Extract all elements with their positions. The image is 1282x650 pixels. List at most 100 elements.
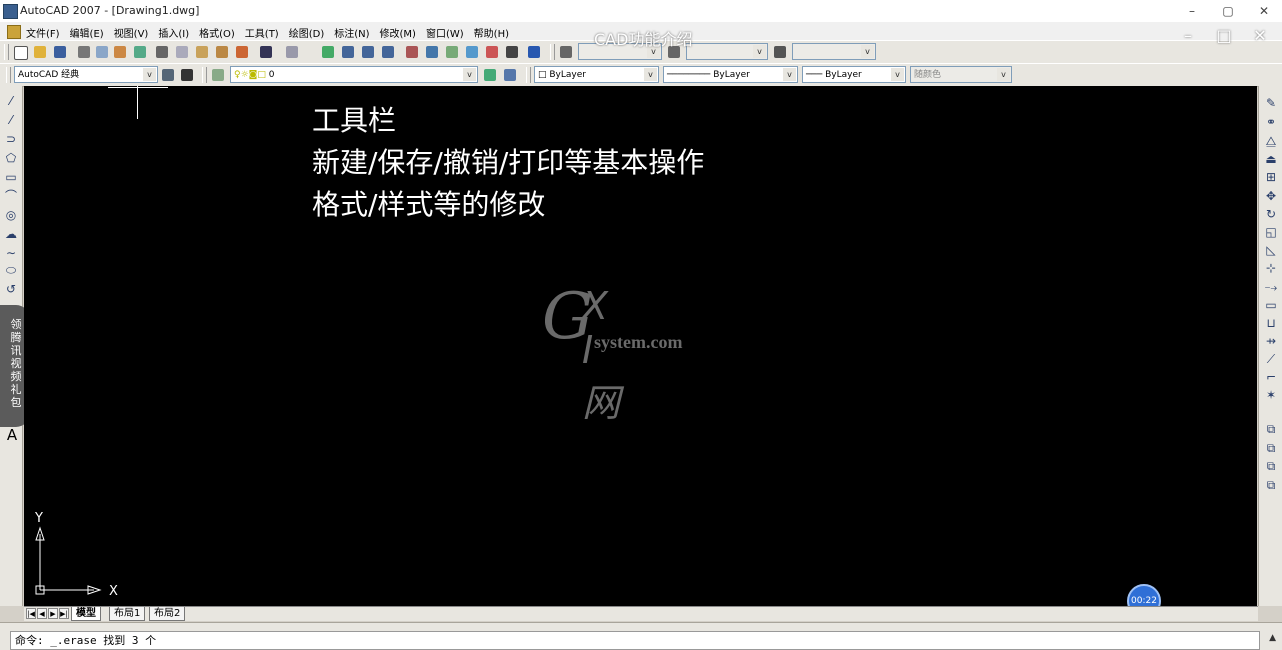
table-style-combo[interactable]: v	[792, 43, 876, 60]
overlay-close-button[interactable]: ✕	[1242, 26, 1278, 45]
rotate-icon[interactable]: ↻	[1264, 207, 1278, 221]
block-editor-icon[interactable]	[234, 44, 250, 60]
fillet-icon[interactable]: ⌐	[1264, 370, 1278, 384]
workspace-combo[interactable]: AutoCAD 经典 v	[14, 66, 158, 83]
menu-file[interactable]: 文件(F)	[26, 25, 60, 40]
send-to-back-icon[interactable]: ⧉	[1264, 441, 1278, 455]
menu-insert[interactable]: 插入(I)	[158, 25, 189, 40]
toolbar-grip[interactable]	[4, 44, 9, 60]
zoom-previous-icon[interactable]	[380, 44, 396, 60]
command-line[interactable]: 命令: _.erase 找到 3 个	[10, 631, 1260, 650]
redo-icon[interactable]	[284, 44, 300, 60]
text-style-icon[interactable]	[558, 44, 574, 60]
erase-icon[interactable]: ✎	[1264, 96, 1278, 110]
video-timer-badge[interactable]: 00:22	[1127, 584, 1161, 606]
prev-tab-button[interactable]: ◀	[37, 608, 47, 619]
copy-object-icon[interactable]: ⚭	[1264, 115, 1278, 129]
restore-button[interactable]: ▢	[1210, 0, 1246, 22]
spline-icon[interactable]: ∼	[4, 246, 18, 260]
make-layer-current-icon[interactable]	[482, 67, 498, 83]
array-icon[interactable]: ⊞	[1264, 170, 1278, 184]
cut-icon[interactable]	[154, 44, 170, 60]
polyline-icon[interactable]: ⊃	[4, 132, 18, 146]
properties-icon[interactable]	[404, 44, 420, 60]
drawing-document-icon[interactable]	[7, 25, 21, 39]
menu-draw[interactable]: 绘图(D)	[289, 25, 325, 40]
command-scroll-up-icon[interactable]: ▲	[1269, 633, 1276, 643]
trim-icon[interactable]: ⊹	[1264, 261, 1278, 275]
drawing-canvas[interactable]: 工具栏 新建/保存/撤销/打印等基本操作 格式/样式等的修改 G X I 网 s…	[24, 86, 1257, 606]
pan-icon[interactable]	[320, 44, 336, 60]
last-tab-button[interactable]: ▶|	[59, 608, 69, 619]
linetype-combo[interactable]: ──────── ByLayer v	[663, 66, 798, 83]
toolbar-grip[interactable]	[6, 67, 11, 83]
design-center-icon[interactable]	[424, 44, 440, 60]
arc-icon[interactable]: ⌒	[4, 189, 18, 203]
move-icon[interactable]: ✥	[1264, 189, 1278, 203]
overlay-minimize-button[interactable]: –	[1170, 26, 1206, 45]
publish-icon[interactable]	[112, 44, 128, 60]
close-button[interactable]: ✕	[1246, 0, 1282, 22]
toolbar-grip[interactable]	[550, 44, 555, 60]
tab-layout2[interactable]: 布局2	[149, 607, 186, 621]
match-properties-icon[interactable]	[214, 44, 230, 60]
save-icon[interactable]	[52, 44, 68, 60]
explode-icon[interactable]: ✶	[1264, 388, 1278, 402]
tab-model[interactable]: 模型	[71, 607, 101, 621]
menu-window[interactable]: 窗口(W)	[426, 25, 464, 40]
overlay-maximize-button[interactable]: □	[1206, 26, 1242, 45]
plotstyle-combo[interactable]: 随颜色 v	[910, 66, 1012, 83]
bring-above-icon[interactable]: ⧉	[1264, 459, 1278, 473]
table-style-icon[interactable]	[772, 44, 788, 60]
rectangle-icon[interactable]: ▭	[4, 170, 18, 184]
color-combo[interactable]: □ ByLayer v	[534, 66, 659, 83]
join-icon[interactable]: ⇸	[1264, 334, 1278, 348]
help-icon[interactable]	[526, 44, 542, 60]
construction-line-icon[interactable]: ⁄	[4, 113, 18, 127]
menu-tools[interactable]: 工具(T)	[245, 25, 279, 40]
autocad-app-icon[interactable]	[3, 4, 18, 19]
menu-format[interactable]: 格式(O)	[199, 25, 235, 40]
polygon-icon[interactable]: ⬠	[4, 151, 18, 165]
mirror-icon[interactable]: ⧋	[1264, 134, 1278, 148]
zoom-realtime-icon[interactable]	[340, 44, 356, 60]
layer-manager-icon[interactable]	[210, 67, 226, 83]
offset-icon[interactable]: ⏏	[1264, 152, 1278, 166]
break-icon[interactable]: ⊔	[1264, 316, 1278, 330]
zoom-window-icon[interactable]	[360, 44, 376, 60]
minimize-button[interactable]: –	[1174, 0, 1210, 22]
chamfer-icon[interactable]: ⟋	[1264, 352, 1278, 366]
layer-combo[interactable]: ♀☼◙□ 0v	[230, 66, 478, 83]
revision-cloud-icon[interactable]: ☁	[4, 227, 18, 241]
circle-icon[interactable]: ◎	[4, 208, 18, 222]
break-at-point-icon[interactable]: ▭	[1264, 298, 1278, 312]
toolbar-grip[interactable]	[202, 67, 207, 83]
ellipse-arc-icon[interactable]: ↺	[4, 282, 18, 296]
undo-icon[interactable]	[258, 44, 274, 60]
workspace-settings-icon[interactable]	[160, 67, 176, 83]
menu-help[interactable]: 帮助(H)	[474, 25, 509, 40]
calculator-icon[interactable]	[504, 44, 520, 60]
multiline-text-icon[interactable]: A	[5, 428, 19, 443]
menu-dimension[interactable]: 标注(N)	[334, 25, 369, 40]
scale-icon[interactable]: ◱	[1264, 225, 1278, 239]
open-icon[interactable]	[32, 44, 48, 60]
menu-view[interactable]: 视图(V)	[114, 25, 149, 40]
menu-modify[interactable]: 修改(M)	[380, 25, 416, 40]
dim-style-combo[interactable]: v	[686, 43, 768, 60]
markup-icon[interactable]	[484, 44, 500, 60]
menu-edit[interactable]: 编辑(E)	[70, 25, 104, 40]
tab-layout1[interactable]: 布局1	[109, 607, 146, 621]
print-icon[interactable]	[76, 44, 92, 60]
lineweight-combo[interactable]: ─── ByLayer v	[802, 66, 906, 83]
line-icon[interactable]: ⁄	[4, 94, 18, 108]
extend-icon[interactable]: ⤍	[1264, 280, 1278, 294]
first-tab-button[interactable]: |◀	[26, 608, 36, 619]
next-tab-button[interactable]: ▶	[48, 608, 58, 619]
copy-icon[interactable]	[174, 44, 190, 60]
send-under-icon[interactable]: ⧉	[1264, 478, 1278, 492]
layer-previous-icon[interactable]	[502, 67, 518, 83]
bring-to-front-icon[interactable]: ⧉	[1264, 422, 1278, 436]
toolbar-grip[interactable]	[526, 67, 531, 83]
tool-palettes-icon[interactable]	[444, 44, 460, 60]
